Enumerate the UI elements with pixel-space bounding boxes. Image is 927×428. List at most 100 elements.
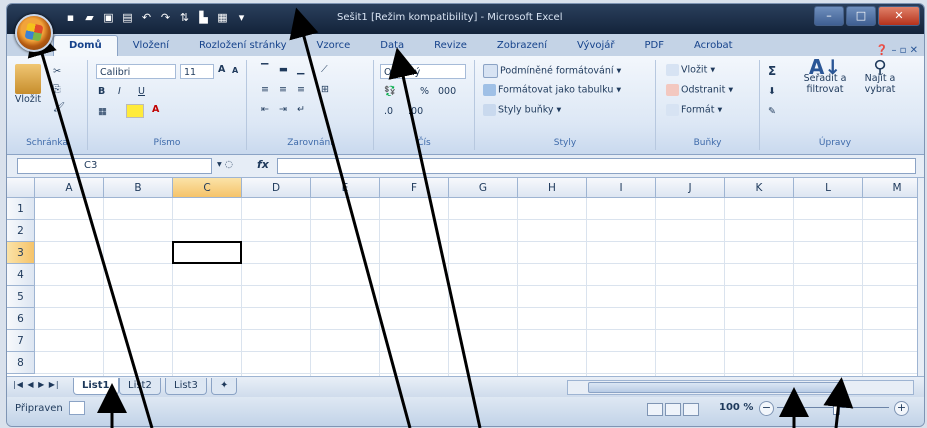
- page-break-view-icon[interactable]: [683, 403, 699, 416]
- maximize-button[interactable]: □: [846, 6, 876, 26]
- column-header-m[interactable]: M: [863, 178, 917, 198]
- delete-cells-button[interactable]: Odstranit ▾: [666, 84, 733, 96]
- tab-data[interactable]: Data: [365, 36, 419, 56]
- decrease-decimal-icon[interactable]: .00: [408, 106, 423, 117]
- borders-icon[interactable]: ▦: [98, 106, 107, 117]
- active-cell-c3[interactable]: [172, 241, 242, 264]
- chart-icon[interactable]: ▙: [196, 10, 211, 25]
- column-header-b[interactable]: B: [104, 178, 173, 198]
- floppy-icon[interactable]: ▣: [101, 10, 116, 25]
- tab-review[interactable]: Revize: [419, 36, 482, 56]
- zoom-level[interactable]: 100 %: [719, 402, 753, 413]
- align-top-icon[interactable]: ▔: [261, 64, 268, 75]
- tab-developer[interactable]: Vývojář: [562, 36, 630, 56]
- align-bottom-icon[interactable]: ▁: [297, 64, 304, 75]
- horizontal-scroll-thumb[interactable]: [588, 382, 840, 393]
- sort-filter-button[interactable]: A↓ Seřadit a filtrovat: [798, 57, 852, 95]
- italic-button[interactable]: I: [118, 86, 121, 97]
- close-button[interactable]: ✕: [878, 6, 920, 26]
- worksheet-grid[interactable]: ABCDEFGHIJKLM 12345678: [7, 178, 917, 376]
- clear-icon[interactable]: ✎: [768, 106, 776, 117]
- sheet-tab-list2[interactable]: List2: [119, 378, 161, 395]
- align-center-icon[interactable]: ≡: [279, 84, 287, 95]
- macro-record-icon[interactable]: [69, 401, 85, 415]
- column-header-l[interactable]: L: [794, 178, 863, 198]
- column-header-i[interactable]: I: [587, 178, 656, 198]
- font-color-icon[interactable]: A: [152, 104, 159, 115]
- row-header-5[interactable]: 5: [7, 286, 35, 308]
- save-icon[interactable]: ▪: [63, 10, 78, 25]
- row-header-8[interactable]: 8: [7, 352, 35, 374]
- row-header-4[interactable]: 4: [7, 264, 35, 286]
- thousands-button[interactable]: 000: [438, 86, 456, 97]
- office-button[interactable]: [15, 14, 53, 52]
- align-right-icon[interactable]: ≡: [297, 84, 305, 95]
- tab-insert[interactable]: Vložení: [118, 36, 184, 56]
- vertical-scrollbar[interactable]: [917, 178, 924, 376]
- minimize-button[interactable]: –: [814, 6, 844, 26]
- column-header-f[interactable]: F: [380, 178, 449, 198]
- redo-icon[interactable]: ↷: [158, 10, 173, 25]
- tab-view[interactable]: Zobrazení: [482, 36, 562, 56]
- percent-button[interactable]: %: [420, 86, 429, 97]
- folder-icon[interactable]: ▰: [82, 10, 97, 25]
- sheet-tab-list1[interactable]: List1: [73, 378, 119, 395]
- copy-icon[interactable]: ⎘: [53, 84, 61, 95]
- shrink-font-button[interactable]: A: [232, 66, 238, 75]
- number-format-select[interactable]: Obecný: [380, 64, 466, 79]
- select-all-corner[interactable]: [7, 178, 35, 198]
- table-icon[interactable]: ▦: [215, 10, 230, 25]
- column-header-e[interactable]: E: [311, 178, 380, 198]
- customize-qat-icon[interactable]: ▾: [234, 10, 249, 25]
- insert-function-button[interactable]: fx: [257, 158, 269, 171]
- print-preview-icon[interactable]: ▤: [120, 10, 135, 25]
- page-layout-view-icon[interactable]: [665, 403, 681, 416]
- row-header-6[interactable]: 6: [7, 308, 35, 330]
- insert-cells-button[interactable]: Vložit ▾: [666, 64, 715, 76]
- undo-icon[interactable]: ↶: [139, 10, 154, 25]
- underline-button[interactable]: U: [138, 86, 145, 97]
- sheet-tab-list3[interactable]: List3: [165, 378, 207, 395]
- column-header-j[interactable]: J: [656, 178, 725, 198]
- row-header-7[interactable]: 7: [7, 330, 35, 352]
- normal-view-icon[interactable]: [647, 403, 663, 416]
- zoom-slider-thumb[interactable]: [833, 400, 840, 415]
- increase-indent-icon[interactable]: ⇥: [279, 104, 287, 115]
- currency-icon[interactable]: 💱: [384, 86, 396, 97]
- tab-formulas[interactable]: Vzorce: [302, 36, 366, 56]
- cell-styles-button[interactable]: Styly buňky ▾: [483, 104, 561, 116]
- row-header-1[interactable]: 1: [7, 198, 35, 220]
- insert-sheet-icon[interactable]: ✦: [211, 378, 238, 395]
- align-middle-icon[interactable]: ▬: [279, 64, 288, 75]
- font-name-select[interactable]: Calibri: [96, 64, 176, 79]
- font-size-select[interactable]: 11: [180, 64, 214, 79]
- tab-page-layout[interactable]: Rozložení stránky: [184, 36, 302, 56]
- format-cells-button[interactable]: Formát ▾: [666, 104, 722, 116]
- name-box[interactable]: C3: [17, 158, 212, 174]
- merge-center-icon[interactable]: ⊞: [321, 84, 329, 95]
- autosum-button[interactable]: Σ: [768, 64, 776, 78]
- format-as-table-button[interactable]: Formátovat jako tabulku ▾: [483, 84, 621, 96]
- column-header-g[interactable]: G: [449, 178, 518, 198]
- column-header-d[interactable]: D: [242, 178, 311, 198]
- column-header-a[interactable]: A: [35, 178, 104, 198]
- decrease-indent-icon[interactable]: ⇤: [261, 104, 269, 115]
- orientation-icon[interactable]: ⟋: [321, 64, 328, 75]
- bold-button[interactable]: B: [98, 86, 105, 97]
- column-header-h[interactable]: H: [518, 178, 587, 198]
- sort-icon[interactable]: ⇅: [177, 10, 192, 25]
- row-header-3[interactable]: 3: [7, 242, 35, 264]
- cut-icon[interactable]: ✂: [53, 66, 61, 77]
- horizontal-scrollbar[interactable]: [567, 380, 914, 395]
- formula-input[interactable]: [277, 158, 916, 174]
- column-header-k[interactable]: K: [725, 178, 794, 198]
- fill-icon[interactable]: ⬇: [768, 86, 776, 97]
- conditional-formatting-button[interactable]: Podmíněné formátování ▾: [483, 64, 621, 78]
- fill-color-icon[interactable]: [126, 104, 144, 118]
- tab-home[interactable]: Domů: [53, 35, 118, 56]
- help-icon[interactable]: ❓ – ▫ ✕: [870, 45, 924, 56]
- zoom-out-button[interactable]: −: [759, 401, 774, 416]
- align-left-icon[interactable]: ≡: [261, 84, 269, 95]
- sheet-nav-buttons[interactable]: |◀ ◀ ▶ ▶|: [13, 380, 60, 389]
- grow-font-button[interactable]: A: [218, 64, 225, 75]
